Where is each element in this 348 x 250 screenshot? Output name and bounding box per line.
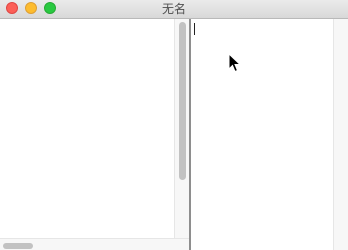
text-caret: [194, 23, 195, 35]
left-vertical-scroll-thumb[interactable]: [179, 22, 186, 180]
left-horizontal-scrollbar[interactable]: [0, 238, 189, 250]
window-title: 无名: [161, 2, 186, 16]
app-window: 无名: [0, 0, 348, 250]
title-bar[interactable]: 无名: [0, 0, 348, 19]
left-pane: [0, 19, 189, 250]
right-pane: [191, 19, 348, 250]
arrow-pointer-icon: [228, 53, 242, 73]
left-vertical-scrollbar[interactable]: [174, 19, 189, 238]
right-vertical-scrollbar[interactable]: [333, 19, 348, 250]
left-pane-content[interactable]: [0, 19, 174, 238]
text-editor[interactable]: [191, 19, 333, 250]
left-horizontal-scroll-thumb[interactable]: [3, 243, 33, 249]
